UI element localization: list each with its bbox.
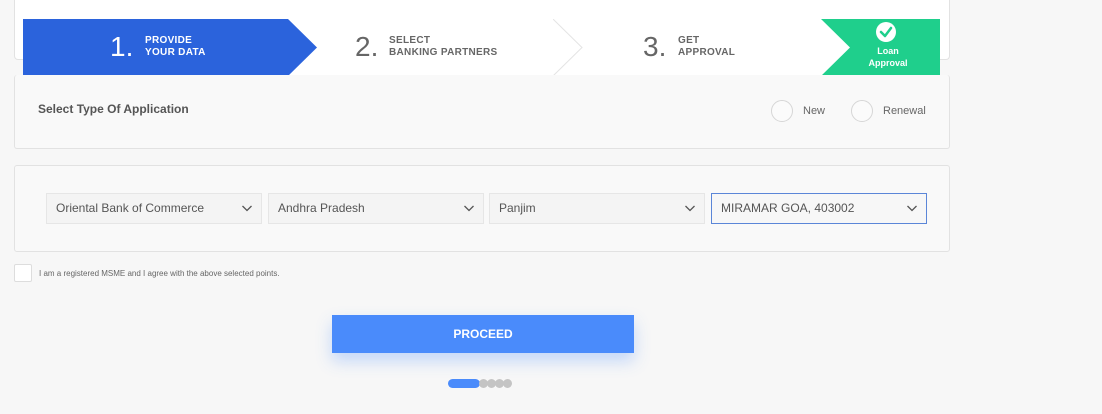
chevron-down-icon xyxy=(242,205,252,212)
chevron-down-icon xyxy=(464,205,474,212)
radio-label-renewal: Renewal xyxy=(883,105,926,117)
pagination-dot[interactable] xyxy=(503,379,512,388)
step-provide-your-data: 1. PROVIDE YOUR DATA xyxy=(23,19,317,76)
chevron-down-icon xyxy=(685,205,695,212)
step-number: 1. xyxy=(110,31,134,62)
step-separator-chevron xyxy=(553,19,583,76)
pagination-dots xyxy=(448,379,512,388)
application-type-panel: Select Type Of Application New Renewal xyxy=(14,75,950,149)
bank-select-value: Oriental Bank of Commerce xyxy=(56,201,205,215)
step-label-line1: Loan xyxy=(877,46,899,56)
step-label-line1: GET xyxy=(678,35,700,46)
agreement-checkbox[interactable] xyxy=(14,264,32,282)
proceed-button[interactable]: PROCEED xyxy=(332,315,634,353)
step-label-line2: APPROVAL xyxy=(678,47,736,58)
step-label-line2: Approval xyxy=(868,58,908,68)
step-label-line2: YOUR DATA xyxy=(145,47,206,58)
radio-renewal[interactable]: Renewal xyxy=(851,100,926,122)
branch-select-value: MIRAMAR GOA, 403002 xyxy=(721,201,855,215)
application-type-title: Select Type Of Application xyxy=(38,102,189,116)
bank-location-panel: Oriental Bank of Commerce Andhra Pradesh… xyxy=(14,165,950,252)
step-number: 2. xyxy=(355,31,379,62)
check-circle-icon xyxy=(876,22,896,42)
agreement-row: I am a registered MSME and I agree with … xyxy=(14,264,280,282)
branch-select[interactable]: MIRAMAR GOA, 403002 xyxy=(711,193,927,224)
radio-new[interactable]: New xyxy=(771,100,825,122)
step-select-banking-partners: 2. SELECT BANKING PARTNERS xyxy=(289,19,589,76)
city-select-value: Panjim xyxy=(499,201,536,215)
city-select[interactable]: Panjim xyxy=(489,193,705,224)
step-number: 3. xyxy=(643,31,667,62)
step-label-line1: SELECT xyxy=(389,35,431,46)
radio-circle[interactable] xyxy=(851,100,873,122)
chevron-down-icon xyxy=(907,205,917,212)
pagination-dot-active[interactable] xyxy=(448,379,480,388)
progress-stepper: 2. SELECT BANKING PARTNERS 3. GET APPROV… xyxy=(23,19,940,76)
step-label-line1: PROVIDE xyxy=(145,35,193,46)
radio-circle[interactable] xyxy=(771,100,793,122)
state-select-value: Andhra Pradesh xyxy=(278,201,365,215)
bank-select[interactable]: Oriental Bank of Commerce xyxy=(46,193,262,224)
step-label-line2: BANKING PARTNERS xyxy=(389,47,498,58)
agreement-text: I am a registered MSME and I agree with … xyxy=(39,268,280,278)
state-select[interactable]: Andhra Pradesh xyxy=(268,193,484,224)
radio-label-new: New xyxy=(803,105,826,117)
